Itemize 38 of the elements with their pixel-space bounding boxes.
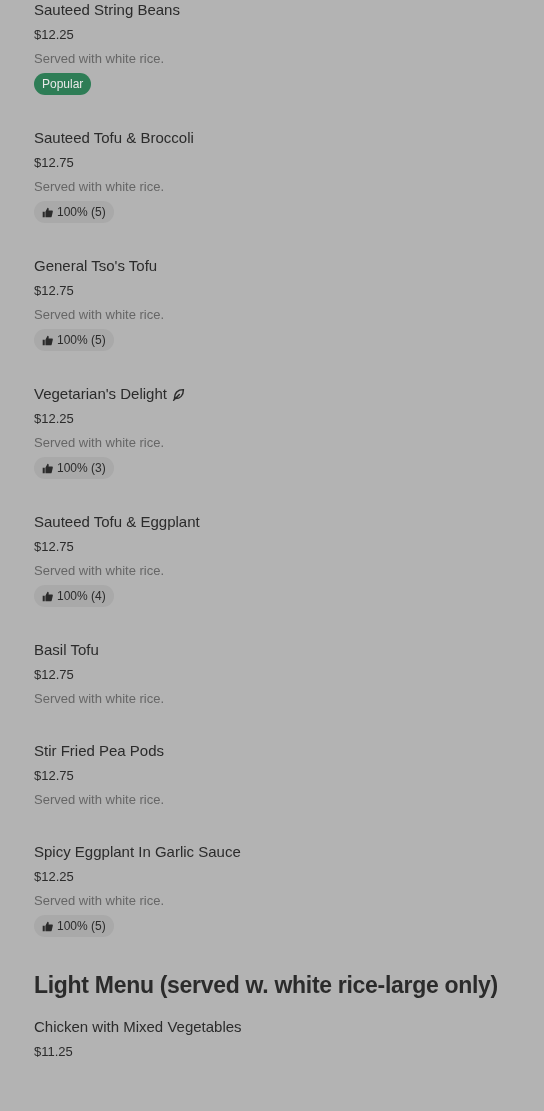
item-description: Served with white rice. <box>34 50 166 68</box>
rating-badge: 100% (5) <box>34 329 114 351</box>
item-price: $11.25 <box>34 1043 74 1061</box>
item-description: Served with white rice. <box>34 892 166 910</box>
thumbs-up-icon <box>42 590 53 602</box>
item-name: Spicy Eggplant In Garlic Sauce <box>34 842 241 862</box>
item-price: $12.25 <box>34 26 75 44</box>
thumbs-up-icon <box>42 462 53 474</box>
thumbs-up-icon <box>42 920 53 932</box>
thumbs-up-icon <box>42 206 53 218</box>
item-name: Chicken with Mixed Vegetables <box>34 1017 242 1037</box>
item-price: $12.75 <box>34 538 75 556</box>
item-description: Served with white rice. <box>34 690 166 708</box>
item-price: $12.25 <box>34 410 75 428</box>
item-description: Served with white rice. <box>34 306 166 324</box>
item-description: Served with white rice. <box>34 562 166 580</box>
item-name: Stir Fried Pea Pods <box>34 741 165 761</box>
item-name: Sauteed Tofu & Eggplant <box>34 512 200 532</box>
thumbs-up-icon <box>42 334 53 346</box>
item-price: $12.75 <box>34 154 75 172</box>
item-price: $12.75 <box>34 282 75 300</box>
item-price: $12.75 <box>34 767 75 785</box>
item-name: Vegetarian's Delight <box>34 384 167 404</box>
popular-badge: Popular <box>34 73 92 95</box>
item-name: Sauteed String Beans <box>34 0 180 20</box>
item-description: Served with white rice. <box>34 434 166 452</box>
item-price: $12.25 <box>34 868 75 886</box>
rating-badge: 100% (4) <box>34 585 114 607</box>
item-name: General Tso's Tofu <box>34 256 158 276</box>
item-description: Served with white rice. <box>34 791 166 809</box>
item-description: Served with white rice. <box>34 178 166 196</box>
item-name: Sauteed Tofu & Broccoli <box>34 128 194 148</box>
rating-badge: 100% (5) <box>34 201 114 223</box>
item-name: Basil Tofu <box>34 640 99 660</box>
rating-badge: 100% (5) <box>34 915 114 937</box>
item-price: $12.75 <box>34 666 75 684</box>
rating-badge: 100% (3) <box>34 457 114 479</box>
section-heading: Light Menu (served w. white rice-large only) <box>34 971 499 1000</box>
